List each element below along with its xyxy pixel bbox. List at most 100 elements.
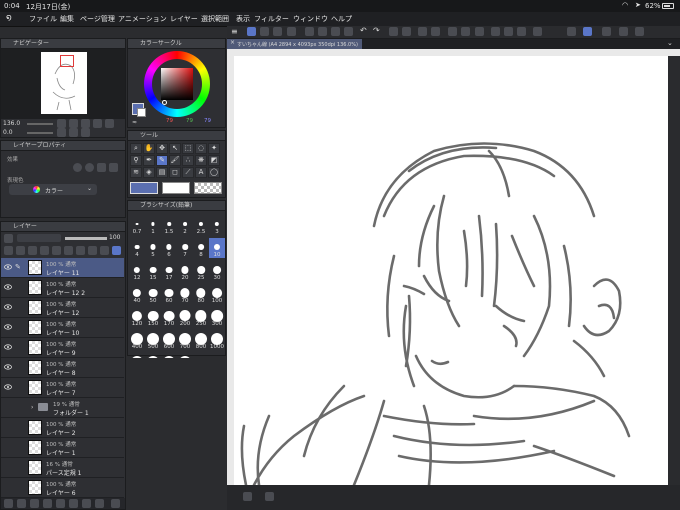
brush-size-option[interactable]: 1.5 (161, 215, 177, 235)
brush-size-option[interactable]: 250 (193, 307, 209, 327)
operation-tool-icon[interactable]: ↖ (169, 143, 181, 154)
blend-tool-icon[interactable]: ≋ (130, 167, 142, 178)
brush-size-option[interactable]: 800 (193, 330, 209, 350)
effect-extract-button[interactable] (109, 163, 118, 172)
new-vector-layer-button[interactable] (17, 499, 26, 508)
layer-row[interactable]: 16 % 通常 パース定規 1 (1, 458, 124, 478)
drawing-canvas[interactable] (234, 56, 668, 485)
color-picker-handle[interactable] (162, 100, 167, 105)
brush-size-option[interactable]: 300 (209, 307, 225, 327)
brush-size-option[interactable]: 170 (161, 307, 177, 327)
reference-icon[interactable] (16, 246, 25, 255)
menu-page[interactable]: ページ管理 (80, 14, 115, 24)
draft-icon[interactable] (28, 246, 37, 255)
brush-size-option[interactable]: 20 (177, 261, 193, 281)
brush-size-option[interactable]: 1 (145, 215, 161, 235)
expression-select[interactable]: カラー ⌄ (9, 184, 97, 195)
layer-row[interactable]: 100 % 通常 レイヤー 10 (1, 318, 124, 338)
brush-size-option[interactable]: 7 (177, 238, 193, 258)
brush-size-option[interactable]: 600 (161, 330, 177, 350)
swap-colors-icon[interactable]: ≈ (132, 119, 137, 126)
pen-mode-icon[interactable] (247, 27, 256, 36)
brush-size-option[interactable]: 70 (177, 284, 193, 304)
hamburger-icon[interactable]: ≡ (231, 27, 238, 36)
deselect-icon[interactable] (461, 27, 470, 36)
canvas-rotate-icon[interactable] (243, 492, 252, 501)
stabilizer-icon[interactable] (533, 27, 542, 36)
layer-row[interactable]: 100 % 通常 レイヤー 12 2 (1, 278, 124, 298)
layer-settings-button[interactable] (95, 499, 104, 508)
brush-size-option[interactable]: 0.7 (129, 215, 145, 235)
layer-lock-icon[interactable] (4, 234, 13, 243)
brush-size-option[interactable]: 17 (161, 261, 177, 281)
brush-size-option[interactable]: 40 (129, 284, 145, 304)
new-raster-layer-button[interactable] (4, 499, 13, 508)
zoom-value[interactable]: 136.0 (3, 120, 20, 127)
layer-row[interactable]: 100 % 通常 レイヤー 6 (1, 478, 124, 498)
airbrush-tool-icon[interactable]: ∴ (182, 155, 194, 166)
close-tab-icon[interactable]: × (230, 39, 235, 46)
new-file-icon[interactable] (260, 27, 269, 36)
brush-size-option[interactable]: 120 (129, 307, 145, 327)
folder-expand-icon[interactable]: › (31, 404, 33, 411)
visibility-eye-icon[interactable] (4, 304, 12, 310)
document-tab[interactable]: × すいちゃん線 (A4 2894 x 4093px 350dpi 136.0%… (227, 39, 362, 49)
fill-selection-icon[interactable] (418, 27, 427, 36)
menu-selection[interactable]: 選択範囲 (201, 14, 229, 24)
brush-size-option[interactable]: 3 (209, 215, 225, 235)
opacity-value[interactable]: 100 (109, 234, 120, 241)
gradient-tool-icon[interactable]: ▤ (156, 167, 168, 178)
rotate-right-button[interactable] (69, 128, 78, 137)
brush-size-option[interactable]: 50 (145, 284, 161, 304)
pen-tool-icon[interactable]: ✒ (143, 155, 155, 166)
brush-size-option[interactable]: 150 (145, 307, 161, 327)
text-tool-icon[interactable]: A (195, 167, 207, 178)
brush-size-option[interactable]: 60 (161, 284, 177, 304)
menu-file[interactable]: ファイル (29, 14, 57, 24)
palette-icon[interactable] (76, 246, 85, 255)
brush-size-option[interactable]: 12 (129, 261, 145, 281)
hand-tool-icon[interactable]: ✋ (143, 143, 155, 154)
trash-icon[interactable] (111, 499, 120, 508)
brush-size-option[interactable]: 200 (177, 307, 193, 327)
layer-row[interactable]: 100 % 通常 レイヤー 9 (1, 338, 124, 358)
menu-edit[interactable]: 編集 (60, 14, 74, 24)
merge-button[interactable] (56, 499, 65, 508)
snap-ruler-icon[interactable] (491, 27, 500, 36)
visibility-eye-icon[interactable] (4, 284, 12, 290)
visibility-eye-icon[interactable] (4, 264, 12, 270)
lasso-tool-icon[interactable]: ◌ (195, 143, 207, 154)
zoom-slider[interactable] (27, 123, 53, 125)
layer-row[interactable]: 100 % 通常 レイヤー 12 (1, 298, 124, 318)
visibility-eye-icon[interactable] (4, 364, 12, 370)
vertical-scrollbar[interactable] (668, 56, 680, 485)
folder-row[interactable]: › 19 % 通常 フォルダー 1 (1, 398, 124, 418)
menu-list-icon[interactable] (100, 246, 109, 255)
clear-icon[interactable] (389, 27, 398, 36)
shortcut-icon[interactable] (619, 27, 628, 36)
hue-ring[interactable] (144, 51, 210, 117)
eyedropper-tool-icon[interactable]: ⚲ (130, 155, 142, 166)
blend-mode-select[interactable] (17, 234, 61, 242)
ruler-tool-icon[interactable]: ⟋ (182, 167, 194, 178)
save-icon[interactable] (287, 27, 296, 36)
snap-perspective-icon[interactable] (517, 27, 526, 36)
mask-selection-icon[interactable] (431, 27, 440, 36)
brush-size-option[interactable]: 80 (193, 284, 209, 304)
brush-size-option[interactable]: 15 (145, 261, 161, 281)
fill-tool-icon[interactable]: ◈ (143, 167, 155, 178)
visibility-eye-icon[interactable] (4, 384, 12, 390)
brush-size-option[interactable]: 2.5 (193, 215, 209, 235)
database2-icon[interactable] (318, 27, 327, 36)
menu-animation[interactable]: アニメーション (118, 14, 167, 24)
transfer-down-button[interactable] (43, 499, 52, 508)
layer-row[interactable]: 100 % 通常 レイヤー 7 (1, 378, 124, 398)
correction-icon[interactable] (602, 27, 611, 36)
visibility-eye-icon[interactable] (4, 344, 12, 350)
brush-size-option[interactable]: 5 (145, 238, 161, 258)
brush-size-option[interactable]: 500 (145, 330, 161, 350)
eraser-tool-icon[interactable]: ◩ (208, 155, 220, 166)
clip-icon[interactable] (4, 246, 13, 255)
layer-color-icon[interactable] (88, 246, 97, 255)
database4-icon[interactable] (344, 27, 353, 36)
